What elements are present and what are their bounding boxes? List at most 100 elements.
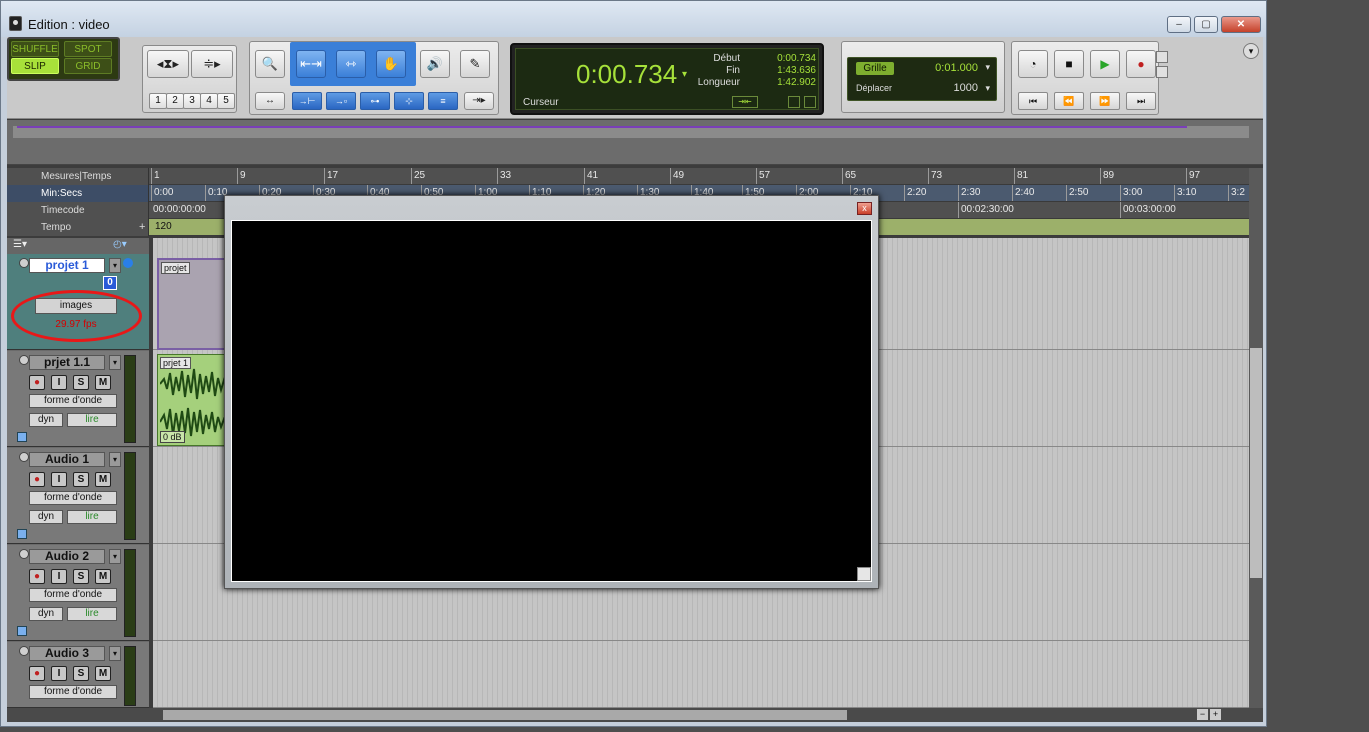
track-view-icon[interactable]: ☰▾	[13, 239, 27, 250]
trim-tool-icon[interactable]: ⇤⇥	[296, 50, 326, 78]
title-bar[interactable]: Edition : video – ▢ ✕	[1, 1, 1266, 37]
solo-button[interactable]: S	[73, 472, 89, 487]
record-icon[interactable]: ●	[1126, 50, 1156, 78]
track-options-icon[interactable]	[19, 355, 29, 365]
solo-button[interactable]: S	[73, 375, 89, 390]
maximize-button[interactable]: ▢	[1194, 16, 1218, 33]
mode-slip[interactable]: SLIP	[11, 58, 59, 74]
horizontal-scrollbar[interactable]: − +	[7, 708, 1263, 722]
pencil-tool-icon[interactable]: ✎	[460, 50, 490, 78]
mute-button[interactable]: M	[95, 472, 111, 487]
edit-option-5-icon[interactable]: ≡	[428, 92, 458, 110]
fast-forward-icon[interactable]: ⏩	[1090, 92, 1120, 110]
close-button[interactable]: ✕	[1221, 16, 1261, 33]
link-icon[interactable]: ↔	[255, 92, 285, 110]
video-clip[interactable]: projet	[157, 258, 227, 350]
track-options-icon[interactable]	[19, 452, 29, 462]
scrubber-tool-icon[interactable]: 🔊	[420, 50, 450, 78]
grid-dropdown-icon[interactable]: ▾	[985, 62, 990, 73]
automation-mode[interactable]: lire	[67, 607, 117, 621]
input-monitor-button[interactable]: I	[51, 375, 67, 390]
track-view-selector[interactable]: forme d'onde	[29, 588, 117, 602]
timebase-icon[interactable]: ◴▾	[113, 239, 127, 250]
add-tempo-icon[interactable]: +	[139, 219, 145, 235]
tempo-value[interactable]: 120	[153, 219, 172, 235]
audio-track-header[interactable]: prjet 1.1 ▾ ● I S M forme d'onde dyn lir…	[7, 351, 149, 447]
automation-selector[interactable]: dyn	[29, 607, 63, 621]
record-enable-button[interactable]: ●	[29, 666, 45, 681]
return-to-zero-icon[interactable]: ⏮	[1018, 92, 1048, 110]
main-counter[interactable]: 0:00.734	[576, 59, 677, 90]
automation-mode[interactable]: lire	[67, 413, 117, 427]
midi-merge-icon[interactable]: ⇥⇤	[732, 96, 758, 108]
universe-view[interactable]	[7, 120, 1263, 165]
zoom-out-icon[interactable]: −	[1197, 709, 1208, 720]
audio-lane[interactable]	[153, 642, 1249, 708]
zoom-preset-5[interactable]: 5	[217, 93, 235, 109]
track-dropdown-icon[interactable]: ▾	[109, 258, 121, 273]
horizontal-scroll-thumb[interactable]	[163, 710, 847, 720]
automation-selector[interactable]: dyn	[29, 510, 63, 524]
automation-mode[interactable]: lire	[67, 510, 117, 524]
waveform-zoom-icon[interactable]: ◂⧗▸	[147, 50, 189, 78]
grid-value[interactable]: 0:01.000	[935, 62, 978, 74]
edit-option-2-icon[interactable]: →▫	[326, 92, 356, 110]
edit-option-3-icon[interactable]: ⊶	[360, 92, 390, 110]
mode-grid[interactable]: GRID	[64, 58, 112, 74]
playlist-icon[interactable]	[17, 529, 27, 539]
zoom-preset-4[interactable]: 4	[200, 93, 218, 109]
video-close-button[interactable]: x	[857, 202, 872, 215]
vertical-scroll-thumb[interactable]	[1250, 348, 1262, 578]
vertical-scrollbar[interactable]	[1249, 168, 1263, 708]
record-enable-button[interactable]: ●	[29, 375, 45, 390]
go-to-end-icon[interactable]: ⏭	[1126, 92, 1156, 110]
video-track-header[interactable]: projet 1 ▾ 0 images 29.97 fps	[7, 254, 149, 350]
track-name[interactable]: Audio 3	[29, 646, 105, 661]
track-name[interactable]: projet 1	[29, 258, 105, 273]
zoom-in-icon[interactable]: +	[1210, 709, 1221, 720]
audio-clip[interactable]: prjet 1 0 dB	[157, 354, 227, 446]
input-monitor-button[interactable]: I	[51, 666, 67, 681]
video-window[interactable]: x	[224, 195, 879, 589]
input-monitor-button[interactable]: I	[51, 569, 67, 584]
playlist-icon[interactable]	[17, 626, 27, 636]
track-dropdown-icon[interactable]: ▾	[109, 646, 121, 661]
audio-track-header[interactable]: Audio 2 ▾ ● I S M forme d'onde dyn lire	[7, 545, 149, 641]
nudge-value[interactable]: 1000	[954, 82, 978, 94]
track-name[interactable]: prjet 1.1	[29, 355, 105, 370]
track-dropdown-icon[interactable]: ▾	[109, 452, 121, 467]
transport-option-2-icon[interactable]	[1156, 66, 1168, 78]
zoom-preset-1[interactable]: 1	[149, 93, 167, 109]
grid-label[interactable]: Grille	[856, 62, 894, 75]
online-icon[interactable]: ◔	[1018, 50, 1048, 78]
clip-gain[interactable]: 0 dB	[160, 431, 185, 443]
track-view-selector[interactable]: forme d'onde	[29, 685, 117, 699]
play-icon[interactable]: ▶	[1090, 50, 1120, 78]
end-value[interactable]: 1:43.636	[756, 65, 816, 76]
track-name[interactable]: Audio 1	[29, 452, 105, 467]
track-view-selector[interactable]: forme d'onde	[29, 491, 117, 505]
mode-spot[interactable]: SPOT	[64, 41, 112, 57]
zoomer-icon[interactable]: 🔍	[255, 50, 285, 78]
tab-to-transient-icon[interactable]: ⇥▸	[464, 92, 494, 110]
online-status-icon[interactable]	[123, 258, 133, 268]
stop-icon[interactable]: ■	[1054, 50, 1084, 78]
track-options-icon[interactable]	[19, 258, 29, 268]
zoom-preset-3[interactable]: 3	[183, 93, 201, 109]
playlist-icon[interactable]	[17, 432, 27, 442]
mute-button[interactable]: M	[95, 375, 111, 390]
track-options-icon[interactable]	[19, 549, 29, 559]
track-view-selector[interactable]: forme d'onde	[29, 394, 117, 408]
edit-option-1-icon[interactable]: →⊢	[292, 92, 322, 110]
solo-button[interactable]: S	[73, 666, 89, 681]
audio-track-header[interactable]: Audio 1 ▾ ● I S M forme d'onde dyn lire	[7, 448, 149, 544]
start-value[interactable]: 0:00.734	[756, 53, 816, 64]
minimize-button[interactable]: –	[1167, 16, 1191, 33]
track-dropdown-icon[interactable]: ▾	[109, 549, 121, 564]
automation-selector[interactable]: dyn	[29, 413, 63, 427]
track-name[interactable]: Audio 2	[29, 549, 105, 564]
selector-tool-icon[interactable]: ⇿	[336, 50, 366, 78]
solo-button[interactable]: S	[73, 569, 89, 584]
nudge-dropdown-icon[interactable]: ▾	[985, 83, 990, 94]
record-enable-button[interactable]: ●	[29, 569, 45, 584]
